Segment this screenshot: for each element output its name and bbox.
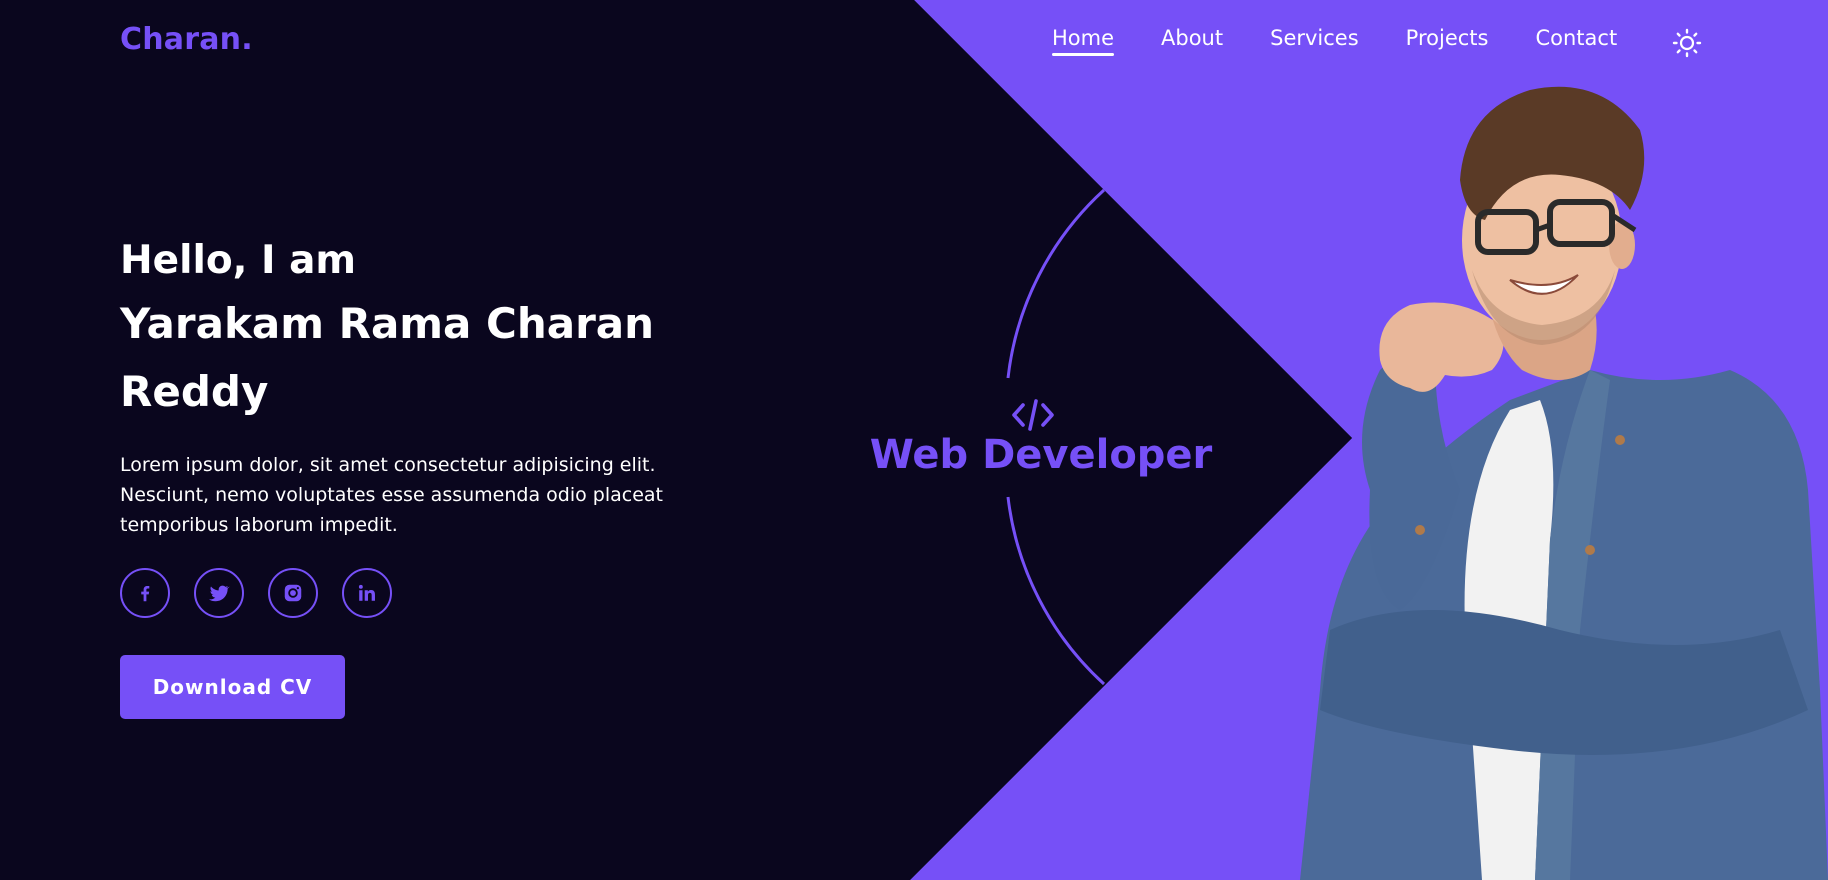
linkedin-link[interactable] [342,568,392,618]
download-cv-button[interactable]: Download CV [120,655,345,719]
hero-section: Hello, I am Yarakam Rama Charan Reddy Lo… [120,232,720,540]
nav-item-home[interactable]: Home [1052,26,1115,56]
instagram-icon [284,584,302,602]
hero-name: Yarakam Rama Charan Reddy [120,299,655,416]
facebook-icon [141,585,150,602]
nav-item-services[interactable]: Services [1270,26,1359,56]
twitter-icon [209,585,230,602]
site-logo[interactable]: Charan. [120,22,253,57]
twitter-link[interactable] [194,568,244,618]
hero-description: Lorem ipsum dolor, sit amet consectetur … [120,454,663,536]
nav-item-contact[interactable]: Contact [1535,26,1617,56]
nav-item-projects[interactable]: Projects [1406,26,1489,56]
main-nav: Home About Services Projects Contact [1052,26,1664,56]
hero-greeting: Hello, I am [120,238,357,283]
role-title: Web Developer [869,432,1213,478]
portfolio-page: Charan. Home About Services Projects Con… [0,0,1828,880]
linkedin-icon [358,584,375,601]
code-icon [1012,399,1054,431]
nav-item-about[interactable]: About [1161,26,1223,56]
sun-icon[interactable] [1672,28,1702,58]
facebook-link[interactable] [120,568,170,618]
instagram-link[interactable] [268,568,318,618]
profile-photo [1300,86,1828,880]
social-links [120,568,416,618]
